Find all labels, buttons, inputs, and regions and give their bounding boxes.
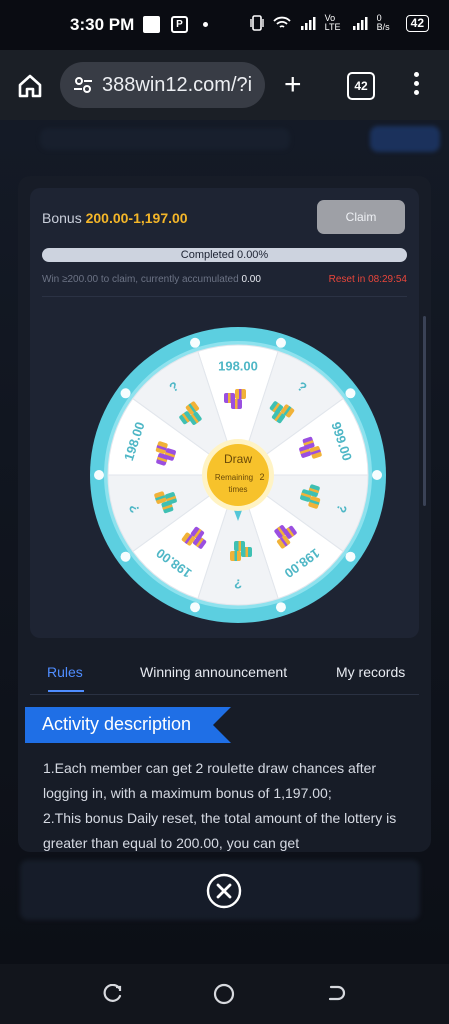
claim-button[interactable]: Claim xyxy=(317,200,405,234)
remaining-label: Remaining xyxy=(215,473,253,482)
bonus-label-text: Bonus xyxy=(42,210,82,226)
wheel-light-icon xyxy=(94,470,104,480)
remaining-count: 2 xyxy=(259,472,264,482)
system-nav-bar xyxy=(0,964,449,1024)
status-bar: 3:30 PM P Vo LTE 0 B/s 42 xyxy=(0,0,449,50)
draw-label: Draw xyxy=(224,452,252,466)
tab-rules[interactable]: Rules xyxy=(47,664,83,680)
roulette-wheel-graphic: 198.00?999.00?198.00?198.00?198.00?DrawR… xyxy=(90,327,386,623)
bonus-label: Bonus 200.00-1,197.00 xyxy=(42,210,188,226)
back-icon[interactable] xyxy=(326,984,346,1004)
tab-winning-announcement[interactable]: Winning announcement xyxy=(140,664,287,680)
bonus-modal: Bonus 200.00-1,197.00 Claim Completed 0.… xyxy=(18,176,431,852)
recents-icon[interactable] xyxy=(103,984,123,1004)
wheel-light-icon xyxy=(345,388,356,399)
close-icon[interactable] xyxy=(206,873,242,909)
divider xyxy=(42,296,407,297)
notification-dot-icon xyxy=(203,22,208,27)
wheel-segment-label: 198.00 xyxy=(218,358,258,373)
modal-scrollbar[interactable] xyxy=(423,316,426,506)
activity-title: Activity description xyxy=(42,714,192,734)
volte-label: Vo LTE xyxy=(324,13,341,32)
battery-level: 42 xyxy=(405,14,429,32)
net-speed: 0 B/s xyxy=(376,13,390,32)
browser-toolbar: 388win12.com/?i + 42 xyxy=(0,50,449,120)
activity-description: 1.Each member can get 2 roulette draw ch… xyxy=(43,756,413,852)
vibrate-icon xyxy=(249,15,264,31)
rule-line: 1.Each member can get 2 roulette draw ch… xyxy=(43,760,377,801)
more-vert-icon[interactable] xyxy=(414,72,420,98)
parking-icon: P xyxy=(171,16,188,33)
accumulated-value: 0.00 xyxy=(241,274,261,285)
home-nav-icon[interactable] xyxy=(213,983,235,1005)
url-text[interactable]: 388win12.com/?i xyxy=(102,74,258,97)
claim-hint: Win ≥200.00 to claim, currently accumula… xyxy=(42,274,261,285)
wheel-light-icon xyxy=(372,470,382,480)
tabs-bar: Rules Winning announcement My records xyxy=(30,650,419,695)
wheel-light-icon xyxy=(190,337,201,348)
address-bar[interactable]: 388win12.com/?i xyxy=(60,62,265,108)
reset-timer: Reset in 08:29:54 xyxy=(328,274,407,285)
progress-bar: Completed 0.00% xyxy=(42,248,407,262)
rule-line: 2.This bonus Daily reset, the total amou… xyxy=(43,810,397,851)
tabs-count-button[interactable]: 42 xyxy=(347,72,375,100)
wheel-light-icon xyxy=(190,602,201,613)
roulette-wheel[interactable]: 198.00? 999.00? 198.00? 198.00? 198.00? Draw R… xyxy=(88,325,388,625)
bonus-range: 200.00-1,197.00 xyxy=(85,210,188,226)
home-icon[interactable] xyxy=(16,72,44,100)
signal-icon xyxy=(300,17,316,30)
new-tab-plus-icon[interactable]: + xyxy=(284,70,302,100)
active-tab-underline xyxy=(48,690,84,692)
tab-my-records[interactable]: My records xyxy=(336,664,405,680)
roulette-card: Bonus 200.00-1,197.00 Claim Completed 0.… xyxy=(30,188,419,638)
signal-icon-2 xyxy=(352,17,368,30)
wheel-segment-label: ? xyxy=(234,577,242,592)
wheel-light-icon xyxy=(120,388,131,399)
wheel-light-icon xyxy=(275,337,286,348)
wheel-light-icon xyxy=(120,551,131,562)
claim-hint-text: Win ≥200.00 to claim, currently accumula… xyxy=(42,274,239,285)
tune-icon[interactable] xyxy=(72,74,94,96)
progress-text: Completed 0.00% xyxy=(180,249,269,261)
wifi-icon xyxy=(272,16,291,28)
status-icons: Vo LTE 0 B/s 42 xyxy=(249,13,429,32)
wheel-light-icon xyxy=(275,602,286,613)
notification-square-icon xyxy=(143,16,160,33)
times-label: times xyxy=(228,485,247,494)
status-time: 3:30 PM xyxy=(70,15,135,34)
wheel-light-icon xyxy=(345,551,356,562)
